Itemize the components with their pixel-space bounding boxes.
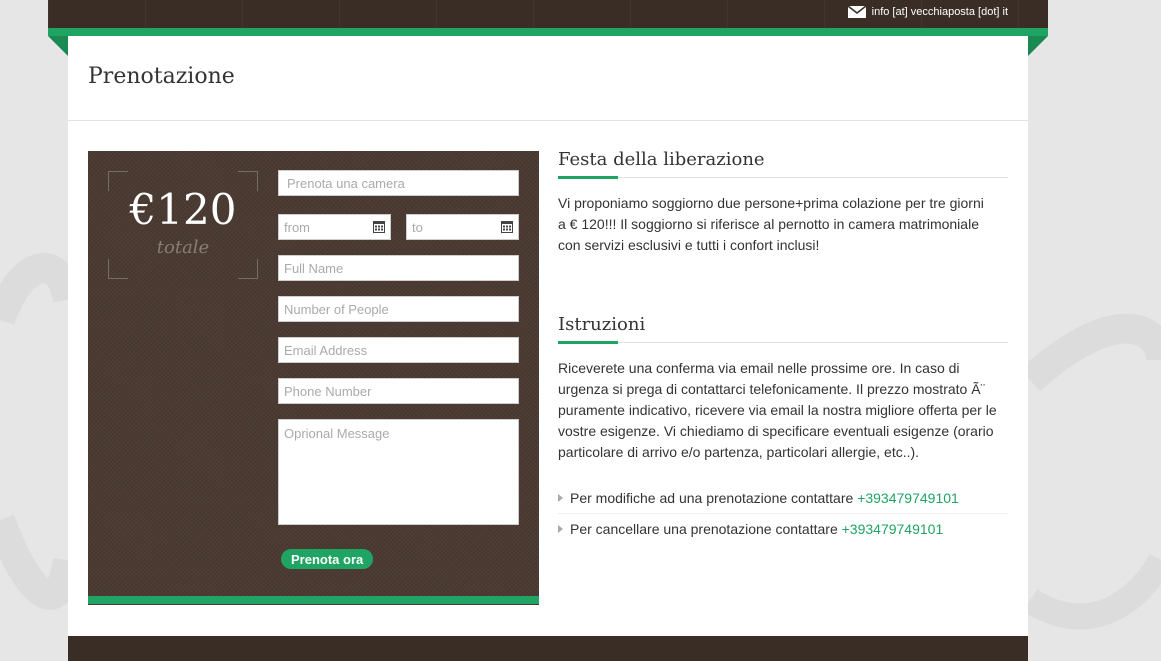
contact-email: info [at] vecchiaposta [dot] it — [871, 6, 1008, 18]
calendar-icon[interactable] — [373, 221, 385, 233]
list-item-label: Per modifiche ad una prenotazione contat… — [570, 490, 854, 506]
people-count-input[interactable]: Number of People — [278, 296, 519, 322]
instructions-title: Istruzioni — [558, 314, 646, 335]
title-accent — [558, 176, 618, 179]
full-name-placeholder: Full Name — [284, 260, 344, 276]
footer-bar — [68, 636, 1028, 661]
full-name-input[interactable]: Full Name — [278, 255, 519, 281]
top-bar: info [at] vecchiaposta [dot] it — [48, 0, 1048, 28]
list-item-label: Per cancellare una prenotazione contatta… — [570, 521, 838, 537]
list-divider — [558, 513, 1008, 514]
header-accent-band — [48, 28, 1048, 36]
email-placeholder: Email Address — [284, 342, 368, 358]
message-placeholder: Oprional Message — [284, 426, 390, 441]
people-count-placeholder: Number of People — [284, 301, 389, 317]
page-title: Prenotazione — [88, 64, 235, 89]
title-divider — [68, 120, 1028, 121]
offer-description: Vi proponiamo soggiorno due persone+prim… — [558, 195, 984, 253]
ribbon-fold-right — [1028, 36, 1048, 56]
frame-corner — [238, 259, 258, 279]
content-panel: Prenotazione €120 totale Prenota una cam… — [68, 36, 1028, 636]
to-date-input[interactable]: to — [406, 214, 519, 240]
price-caption: totale — [156, 237, 210, 258]
booking-bottom-accent — [88, 596, 539, 604]
ribbon-fold-left — [48, 36, 68, 56]
header-contact[interactable]: info [at] vecchiaposta [dot] it — [847, 6, 1008, 18]
from-date-input[interactable]: from — [278, 214, 391, 240]
instructions-title-rule — [558, 341, 1008, 344]
from-date-placeholder: from — [284, 219, 310, 235]
submit-booking-button[interactable]: Prenota ora — [281, 549, 374, 569]
message-textarea[interactable]: Oprional Message — [278, 419, 519, 525]
phone-input[interactable]: Phone Number — [278, 378, 519, 404]
offer-title: Festa della liberazione — [558, 149, 765, 170]
calendar-icon[interactable] — [501, 221, 513, 233]
envelope-icon — [847, 6, 866, 18]
room-select-input[interactable]: Prenota una camera — [278, 170, 519, 196]
price-box: €120 totale — [108, 171, 258, 279]
phone-link[interactable]: +393479749101 — [842, 521, 944, 537]
list-item: Per modifiche ad una prenotazione contat… — [558, 490, 1008, 506]
bullet-triangle-icon — [558, 525, 563, 533]
to-date-placeholder: to — [412, 219, 423, 235]
list-item: Per cancellare una prenotazione contatta… — [558, 521, 1008, 537]
booking-form: €120 totale Prenota una camera from to F… — [88, 151, 539, 605]
phone-link[interactable]: +393479749101 — [857, 490, 959, 506]
instructions-text: Riceverete una conferma via email nelle … — [558, 360, 997, 460]
title-accent — [558, 341, 618, 344]
frame-corner — [108, 259, 128, 279]
email-input[interactable]: Email Address — [278, 337, 519, 363]
offer-title-rule — [558, 176, 1008, 179]
bullet-triangle-icon — [558, 494, 563, 502]
phone-placeholder: Phone Number — [284, 383, 372, 399]
price-value: €120 — [129, 185, 237, 234]
room-select-placeholder: Prenota una camera — [287, 175, 405, 191]
